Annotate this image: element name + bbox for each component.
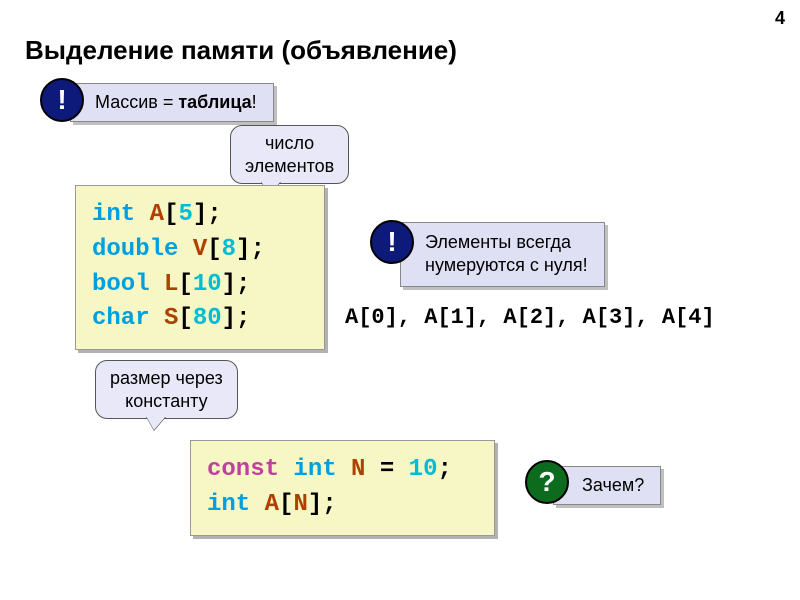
index-sequence: A[0], A[1], A[2], A[3], A[4] (345, 305, 715, 330)
page-title: Выделение памяти (объявление) (25, 35, 457, 66)
speech-element-count: числоэлементов (230, 125, 349, 184)
code-const: const int N = 10; int A[N]; (190, 440, 495, 536)
note-array-table: Массив = таблица! (70, 83, 274, 122)
speech-size-const: размер черезконстанту (95, 360, 238, 419)
page-number: 4 (775, 8, 785, 29)
bang-icon: ! (370, 220, 414, 264)
bang-icon: ! (40, 78, 84, 122)
question-icon: ? (525, 460, 569, 504)
note-why: Зачем? (553, 466, 661, 505)
code-declarations: int A[5]; double V[8]; bool L[10]; char … (75, 185, 325, 350)
note-zero-index: Элементы всегданумеруются с нуля! (400, 222, 605, 287)
